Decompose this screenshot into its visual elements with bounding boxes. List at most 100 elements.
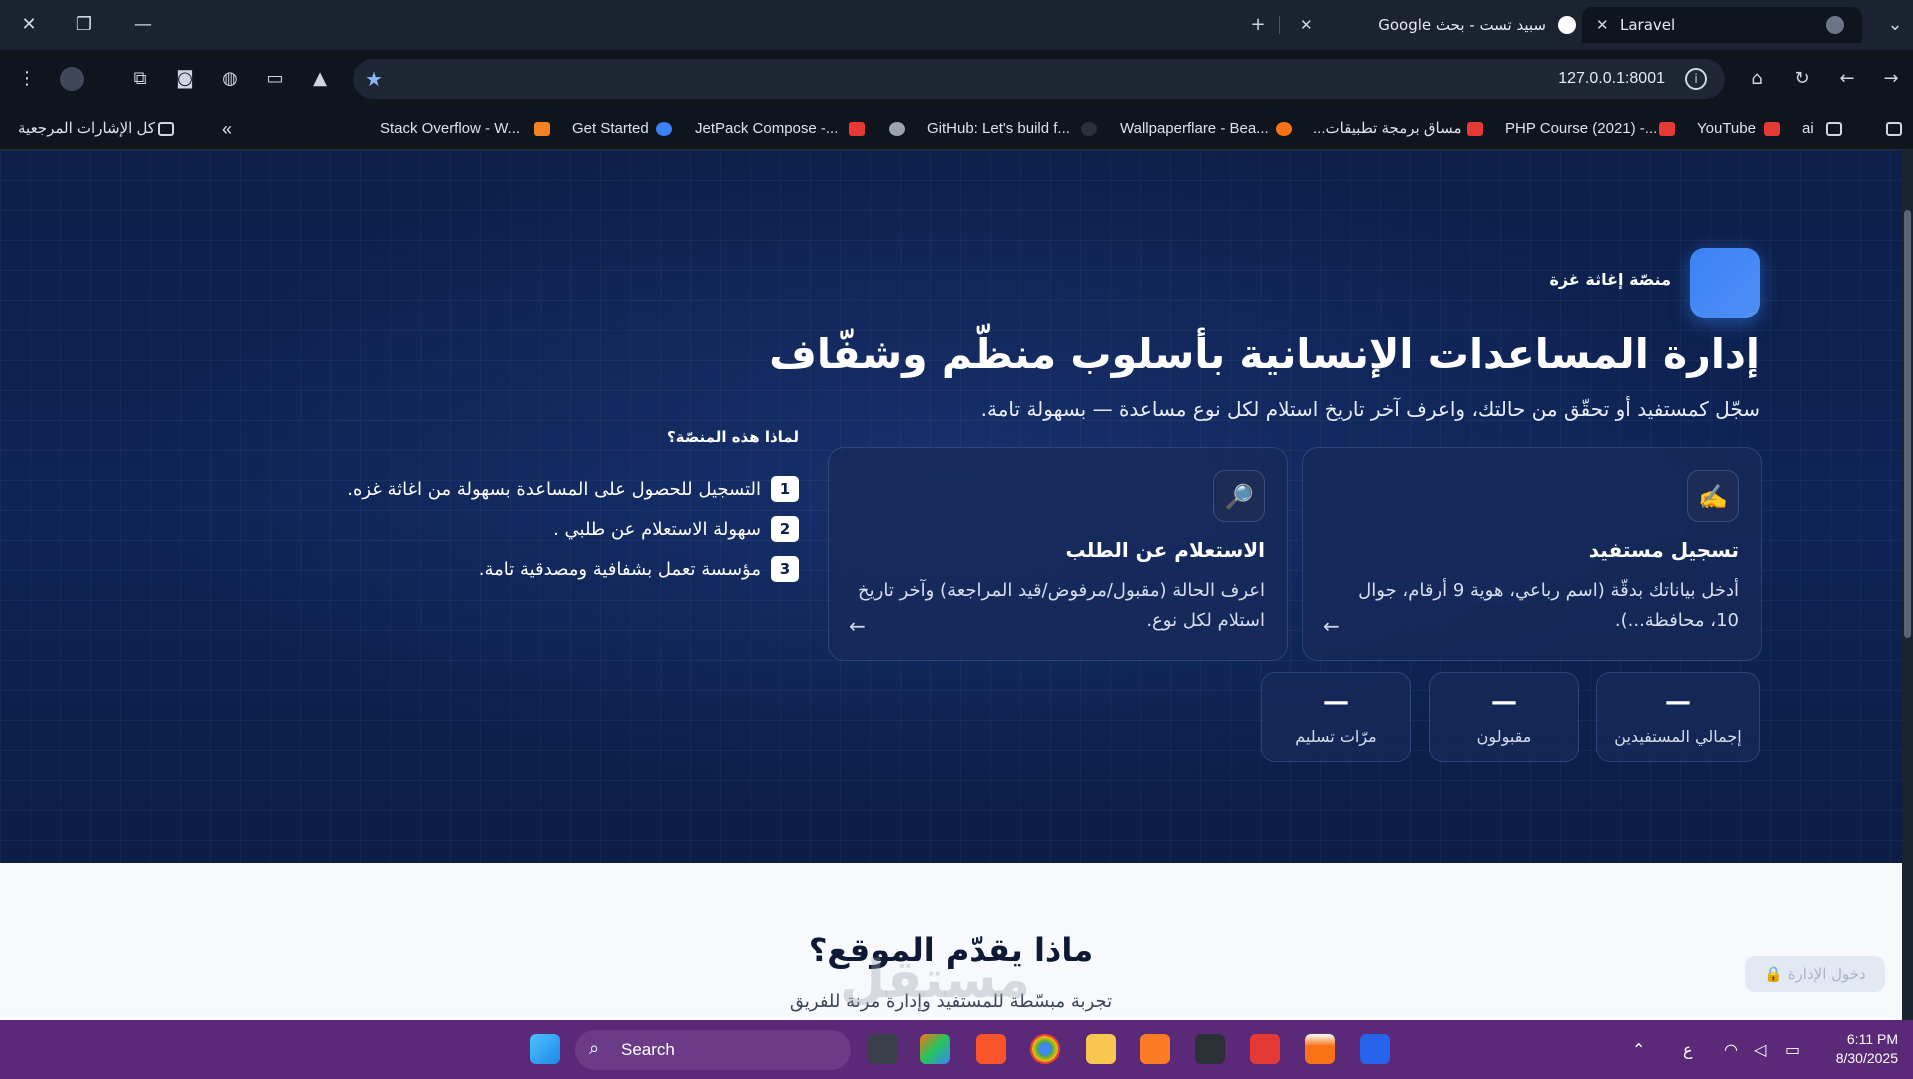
xampp-icon[interactable] [1140, 1034, 1170, 1064]
extension-window-icon[interactable]: ▭ [263, 67, 287, 91]
bookmark-apps-course[interactable]: مساق برمجة تطبيقات... [1313, 108, 1461, 150]
globe-favicon-icon [1826, 16, 1844, 34]
search-label: Search [621, 1040, 675, 1059]
youtube-icon [1659, 122, 1675, 136]
tray-chevron-icon[interactable]: ⌃ [1632, 1020, 1645, 1079]
url-text[interactable]: 127.0.0.1:8001 [1558, 59, 1665, 99]
arrow-left-icon[interactable]: ← [849, 614, 866, 638]
language-indicator[interactable]: ع [1683, 1020, 1693, 1079]
stat-label: إجمالي المستفيدين [1614, 727, 1742, 746]
copilot-icon[interactable] [920, 1034, 950, 1064]
card-title: الاستعلام عن الطلب [1065, 538, 1265, 562]
wifi-icon[interactable]: ◠ [1724, 1020, 1738, 1079]
site-info-icon[interactable]: i [1685, 68, 1707, 90]
tab-search-chevron-icon[interactable]: ⌄ [1880, 10, 1910, 40]
github-icon [1081, 122, 1097, 136]
tab-google-search[interactable]: ✕ سبيد تست - بحث Google [1290, 7, 1590, 43]
close-tab-icon[interactable]: ✕ [1596, 7, 1609, 43]
menu-kebab-icon[interactable]: ⋮ [15, 67, 39, 91]
back-icon[interactable]: ← [1835, 67, 1859, 91]
why-title: لماذا هذه المنصّة؟ [666, 428, 799, 446]
close-window-icon[interactable]: ✕ [14, 10, 44, 40]
forward-icon[interactable]: → [1879, 67, 1903, 91]
profile-avatar-icon[interactable] [60, 67, 84, 91]
stat-value: — [1665, 687, 1691, 717]
register-beneficiary-card[interactable]: ✍️ تسجيل مستفيد أدخل بياناتك بدقّة (اسم … [1302, 447, 1762, 661]
tab-title: سبيد تست - بحث Google [1378, 16, 1546, 34]
more-bookmarks-chevron-icon[interactable]: « [222, 108, 232, 150]
bookmark-stack-overflow[interactable]: Stack Overflow - W... [380, 108, 520, 150]
battery-icon[interactable]: ▭ [1785, 1020, 1800, 1079]
apps-grid-icon[interactable] [1886, 122, 1902, 136]
why-text: مؤسسة تعمل بشفافية ومصدقية تامة. [478, 558, 761, 580]
admin-login-button[interactable]: دخول الإدارة 🔒 [1745, 956, 1885, 992]
tab-laravel[interactable]: ✕ Laravel [1582, 7, 1862, 43]
bookmark-github[interactable]: GitHub: Let's build f... [927, 108, 1070, 150]
browser-tab-bar: ✕ ❐ — + ✕ سبيد تست - بحث Google ✕ Larave… [0, 0, 1913, 50]
chrome-icon[interactable] [1030, 1034, 1060, 1064]
volume-icon[interactable]: ◁ [1754, 1020, 1766, 1079]
folder-icon [158, 122, 174, 136]
close-tab-icon[interactable]: ✕ [1300, 7, 1313, 43]
google-favicon-icon [1558, 16, 1576, 34]
extension-drive-icon[interactable]: ▲ [308, 67, 332, 91]
address-bar[interactable]: ★ 127.0.0.1:8001 i [353, 59, 1725, 99]
system-clock[interactable]: 6:11 PM 8/30/2025 [1836, 1030, 1898, 1068]
card-title: تسجيل مستفيد [1588, 538, 1739, 562]
watermark: مستقل [840, 950, 1031, 1010]
all-bookmarks[interactable]: كل الإشارات المرجعية [18, 108, 155, 150]
reload-icon[interactable]: ↻ [1790, 67, 1814, 91]
hero-section: منصّة إغاثة غزة إدارة المساعدات الإنساني… [0, 150, 1902, 863]
youtube-icon [849, 122, 865, 136]
brave-icon[interactable] [976, 1034, 1006, 1064]
why-text: سهولة الاستعلام عن طلبي . [553, 518, 761, 540]
vscode-icon[interactable] [1360, 1034, 1390, 1064]
page-content: منصّة إغاثة غزة إدارة المساعدات الإنساني… [0, 150, 1902, 1020]
taskbar-search[interactable]: ⌕ Search [575, 1030, 851, 1070]
extension-globe-icon[interactable]: ◍ [218, 67, 242, 91]
scrollbar-thumb[interactable] [1904, 210, 1911, 638]
extensions-puzzle-icon[interactable]: ⧉ [128, 67, 152, 91]
writing-hand-icon: ✍️ [1687, 470, 1739, 522]
bookmark-get-started[interactable]: Get Started [572, 108, 649, 150]
why-text: التسجيل للحصول على المساعدة بسهولة من اغ… [347, 478, 761, 500]
browser-toolbar: ⋮ ⧉ ◙ ◍ ▭ ▲ ★ 127.0.0.1:8001 i ⌂ ↻ ← → [0, 50, 1913, 108]
inquire-request-card[interactable]: 🔎 الاستعلام عن الطلب اعرف الحالة (مقبول/… [828, 447, 1288, 661]
bookmarks-bar: ai YouTube PHP Course (2021) -... مساق ب… [0, 108, 1913, 150]
page-scrollbar[interactable] [1902, 150, 1913, 1020]
stat-total-beneficiaries: — إجمالي المستفيدين [1596, 672, 1760, 762]
stat-label: مرّات تسليم [1295, 727, 1377, 746]
tab-title: Laravel [1620, 16, 1676, 34]
bookmark-php-course[interactable]: PHP Course (2021) -... [1505, 108, 1657, 150]
minimize-window-icon[interactable]: — [128, 10, 158, 40]
globe-icon [889, 122, 905, 136]
brave-beta-icon[interactable] [1250, 1034, 1280, 1064]
why-item: 3 مؤسسة تعمل بشفافية ومصدقية تامة. [479, 556, 799, 584]
vlc-icon[interactable] [1305, 1034, 1335, 1064]
hero-subtitle: سجّل كمستفيد أو تحقّق من حالتك، واعرف آخ… [980, 397, 1760, 421]
brand-logo [1690, 248, 1760, 318]
bookmark-youtube[interactable]: YouTube [1697, 108, 1756, 150]
restore-window-icon[interactable]: ❐ [69, 10, 99, 40]
why-item: 2 سهولة الاستعلام عن طلبي . [553, 516, 799, 544]
bookmark-ai[interactable]: ai [1802, 108, 1814, 150]
bookmark-jetpack-compose[interactable]: JetPack Compose -... [695, 108, 838, 150]
bookmark-star-icon[interactable]: ★ [365, 67, 383, 91]
new-tab-icon[interactable]: + [1243, 10, 1273, 40]
bookmark-wallpaperflare[interactable]: Wallpaperflare - Bea... [1120, 108, 1269, 150]
windows-start-icon[interactable] [530, 1034, 560, 1064]
search-icon: ⌕ [589, 1038, 600, 1059]
task-view-icon[interactable] [868, 1034, 898, 1064]
stat-value: — [1323, 687, 1349, 717]
stat-value: — [1491, 687, 1517, 717]
terminal-icon[interactable] [1195, 1034, 1225, 1064]
arrow-left-icon[interactable]: ← [1323, 614, 1340, 638]
clock-time: 6:11 PM [1846, 1031, 1898, 1047]
home-icon[interactable]: ⌂ [1745, 67, 1769, 91]
windows-taskbar: ⌕ Search ⌃ ع ◠ ◁ ▭ 6:11 PM 8/30/2025 [0, 1020, 1913, 1079]
brand-name: منصّة إغاثة غزة [1549, 270, 1671, 289]
file-explorer-icon[interactable] [1086, 1034, 1116, 1064]
card-description: اعرف الحالة (مقبول/مرفوض/قيد المراجعة) و… [858, 580, 1265, 631]
extension-camera-icon[interactable]: ◙ [173, 67, 197, 91]
get-started-icon [656, 122, 672, 136]
